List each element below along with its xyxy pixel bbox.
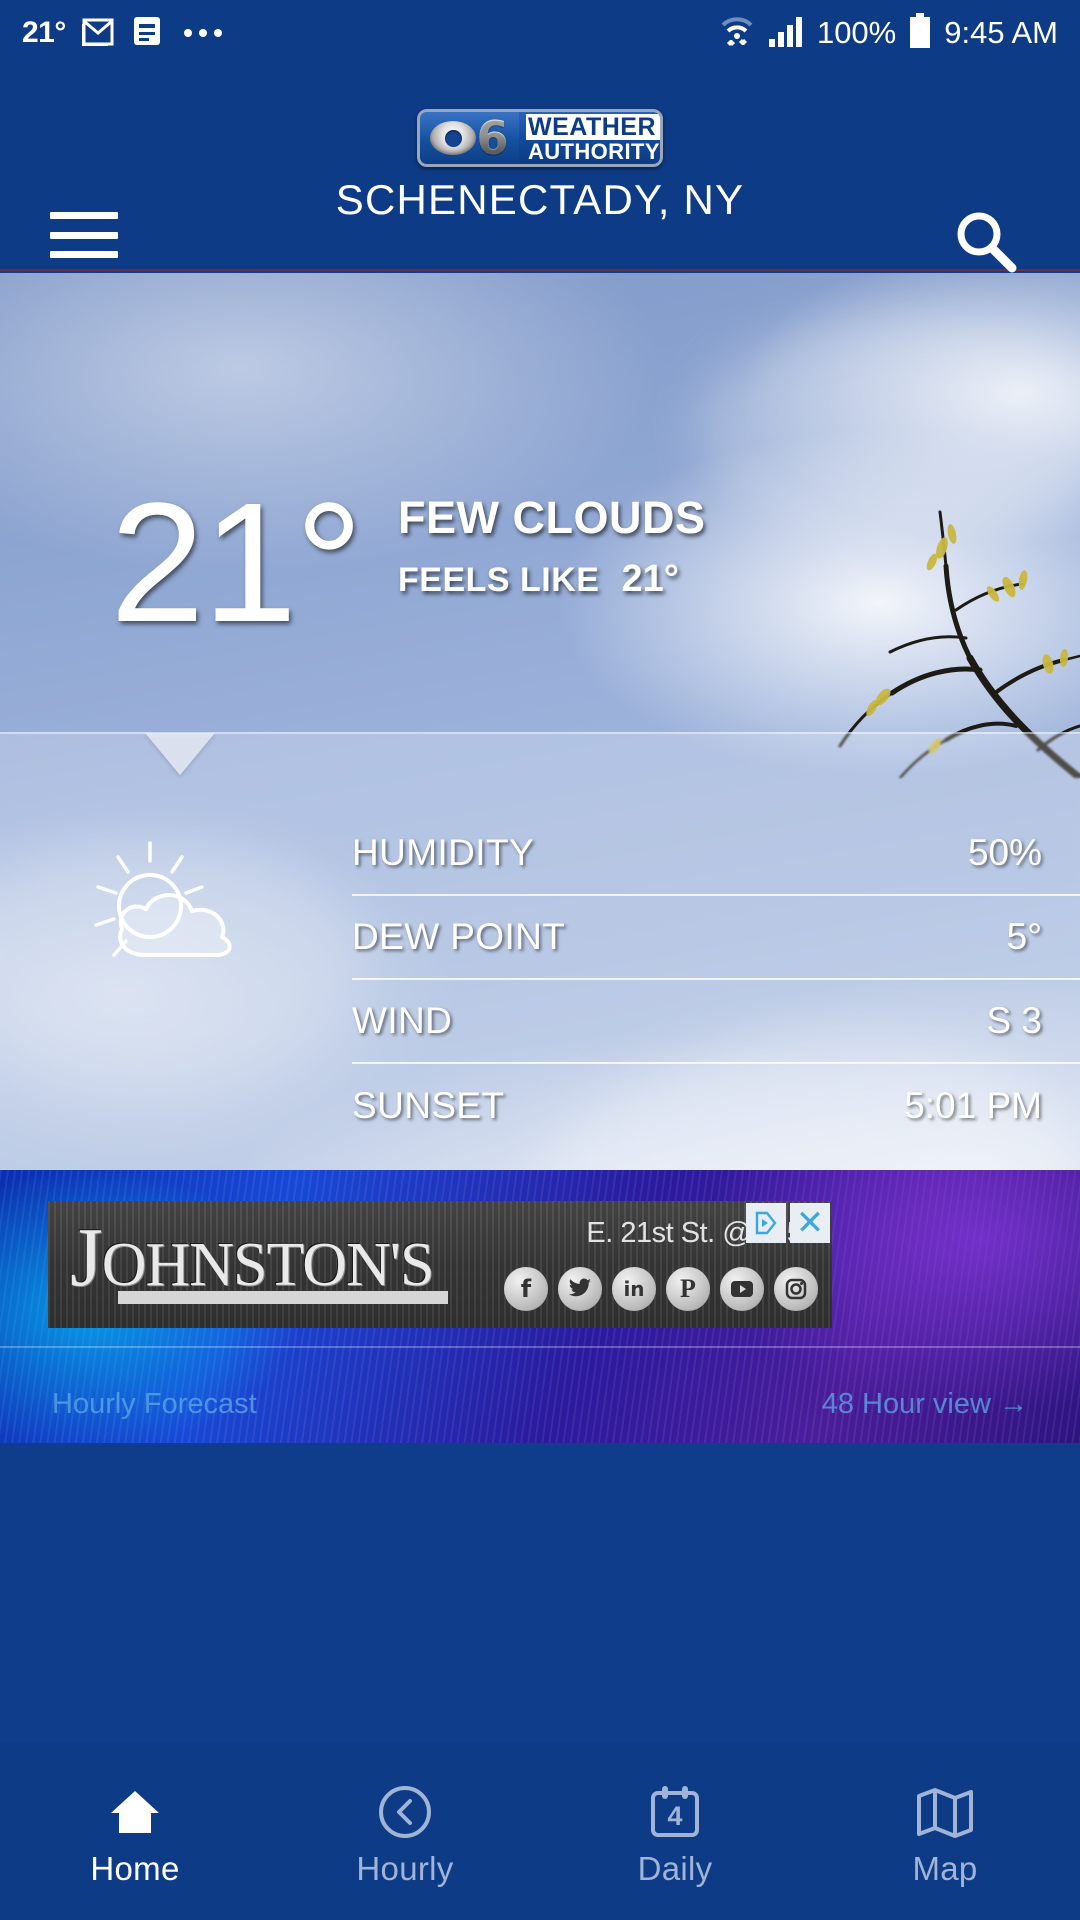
ad-brand-underline <box>118 1291 448 1304</box>
map-icon <box>915 1784 975 1840</box>
content-divider <box>0 1346 1080 1348</box>
status-bar-temperature: 21° <box>22 16 66 49</box>
detail-row-wind: WIND S 3 <box>352 980 1080 1064</box>
facebook-icon[interactable]: f <box>504 1267 548 1311</box>
detail-label: DEW POINT <box>352 916 566 957</box>
nav-item-hourly[interactable]: Hourly <box>270 1743 540 1920</box>
nav-label-map: Map <box>912 1849 978 1887</box>
hourly-teaser-right: 48 Hour view → <box>821 1388 1028 1420</box>
pinterest-icon[interactable]: P <box>666 1267 710 1311</box>
logo-authority-text: AUTHORITY <box>527 138 660 164</box>
detail-value: 5° <box>1006 916 1042 957</box>
instagram-icon[interactable] <box>774 1267 818 1311</box>
status-bar: 21° 100% 9:45 AM <box>0 0 1080 66</box>
nav-label-hourly: Hourly <box>356 1849 454 1887</box>
details-rows: HUMIDITY 50% DEW POINT 5° WIND S 3 SUNSE… <box>352 812 1080 1148</box>
ad-brand-rest: OHNSTON'S <box>101 1231 435 1299</box>
detail-label: HUMIDITY <box>352 832 535 873</box>
detail-label: WIND <box>352 1000 453 1041</box>
nav-item-home[interactable]: Home <box>0 1743 270 1920</box>
nav-label-home: Home <box>90 1849 180 1887</box>
home-icon <box>107 1784 163 1840</box>
daily-badge-count: 4 <box>667 1800 683 1831</box>
logo-weather-text: WEATHER <box>525 113 660 140</box>
detail-row-humidity: HUMIDITY 50% <box>352 812 1080 896</box>
calendar-icon: 4 <box>649 1784 701 1840</box>
nav-item-daily[interactable]: 4 Daily <box>540 1743 810 1920</box>
ad-zone: JOHNSTON'S E. 21st St. @ R 50 f in P ✕ H… <box>0 1170 1080 1443</box>
nav-item-map[interactable]: Map <box>810 1743 1080 1920</box>
detail-row-dew-point: DEW POINT 5° <box>352 896 1080 980</box>
wifi-icon <box>719 14 755 53</box>
feels-like-label: FEELS LIKE <box>398 561 600 599</box>
nav-label-daily: Daily <box>637 1849 713 1887</box>
news-icon <box>132 15 162 52</box>
ad-brand-initial: J <box>70 1211 103 1304</box>
current-temperature: 21° <box>110 468 363 658</box>
panel-notch-decoration <box>145 733 215 775</box>
youtube-icon[interactable] <box>720 1267 764 1311</box>
app-header: 6 WEATHER AUTHORITY SCHENECTADY, NY <box>0 66 1080 273</box>
ad-close-button[interactable]: ✕ <box>790 1203 830 1243</box>
detail-label: SUNSET <box>352 1085 505 1126</box>
status-bar-clock: 9:45 AM <box>944 15 1058 50</box>
feels-like-value: 21° <box>621 558 679 600</box>
station-logo[interactable]: 6 WEATHER AUTHORITY <box>417 109 663 167</box>
detail-row-sunset: SUNSET 5:01 PM <box>352 1064 1080 1148</box>
more-icon <box>183 29 222 37</box>
ad-social-icons: f in P <box>504 1267 818 1311</box>
channel-number: 6 <box>476 111 509 165</box>
battery-percent: 100% <box>816 15 897 50</box>
feels-like-row: FEELS LIKE 21° <box>398 558 679 601</box>
adchoices-icon[interactable] <box>746 1203 786 1243</box>
hourly-teaser[interactable]: Hourly Forecast 48 Hour view → <box>52 1388 1028 1421</box>
cellular-signal-icon <box>767 15 805 52</box>
twitter-icon[interactable] <box>558 1267 602 1311</box>
status-bar-right: 100% 9:45 AM <box>719 12 1058 54</box>
hourly-teaser-left: Hourly Forecast <box>52 1388 257 1420</box>
detail-value: S 3 <box>986 1000 1042 1041</box>
battery-icon <box>908 12 932 54</box>
advertisement-banner[interactable]: JOHNSTON'S E. 21st St. @ R 50 f in P ✕ <box>48 1201 832 1328</box>
detail-value: 50% <box>967 832 1042 873</box>
current-condition: FEW CLOUDS <box>398 492 706 543</box>
detail-value: 5:01 PM <box>904 1085 1042 1126</box>
location-name[interactable]: SCHENECTADY, NY <box>0 176 1080 224</box>
cbs-eye-logo: 6 <box>420 112 519 164</box>
linkedin-icon[interactable]: in <box>612 1267 656 1311</box>
status-bar-left: 21° <box>22 15 222 52</box>
gmail-icon <box>80 16 116 51</box>
clock-icon <box>377 1784 433 1840</box>
bottom-navigation-bar: Home Hourly 4 Daily Map <box>0 1743 1080 1920</box>
sun-behind-cloud-icon <box>94 841 232 957</box>
